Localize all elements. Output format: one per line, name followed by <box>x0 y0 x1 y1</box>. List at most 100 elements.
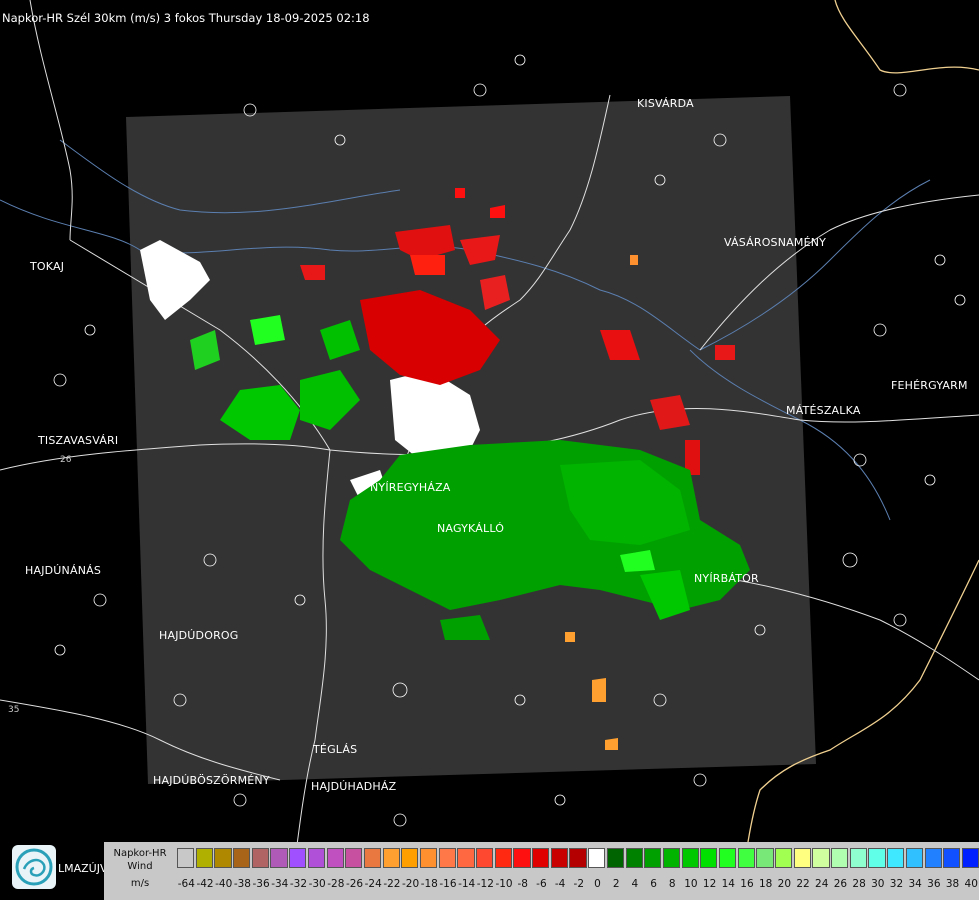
legend-tick-label: -6 <box>536 878 547 890</box>
legend-swatch <box>438 848 456 868</box>
city-label-hajdunanas: HAJDÚNÁNÁS <box>25 564 102 577</box>
legend-swatch <box>625 848 643 868</box>
legend-tick-label: 32 <box>889 878 904 890</box>
legend-swatch <box>943 848 961 868</box>
legend-tick-label: -22 <box>383 878 401 890</box>
road-label-26: 26 <box>60 455 72 465</box>
legend-source: Napkor-HR <box>113 848 167 859</box>
legend-tick-label: -38 <box>233 878 251 890</box>
city-label-nyiregyhaza: NYÍREGYHÁZA <box>370 481 451 494</box>
city-label-hajduhadhaz: HAJDÚHADHÁZ <box>311 780 397 793</box>
legend-swatch <box>195 848 213 868</box>
legend-swatch <box>326 848 344 868</box>
legend-swatch <box>270 848 288 868</box>
legend-tick-label: -8 <box>517 878 528 890</box>
legend-swatch <box>363 848 382 868</box>
legend-swatch <box>214 848 232 868</box>
legend-swatches <box>177 848 979 868</box>
legend-swatch <box>177 848 195 868</box>
legend-swatch <box>382 848 400 868</box>
legend-swatch <box>307 848 325 868</box>
legend-swatch <box>737 848 755 868</box>
city-label-hajduboszormeny: HAJDÚBÖSZÖRMÉNY <box>153 774 270 787</box>
legend-tick-label: 12 <box>702 878 717 890</box>
legend-swatch <box>345 848 363 868</box>
legend-tick-label: 26 <box>833 878 848 890</box>
legend-tick-label: 6 <box>650 878 657 890</box>
city-label-nyirbator: NYÍRBÁTOR <box>694 572 759 585</box>
map-title: Napkor-HR Szél 30km (m/s) 3 fokos Thursd… <box>2 11 370 25</box>
legend-swatch <box>569 848 587 868</box>
legend-swatch <box>700 848 718 868</box>
legend-swatch <box>961 848 979 868</box>
legend-tick-label: 34 <box>908 878 922 890</box>
legend-tick-label: -14 <box>458 878 476 890</box>
legend-tick-label: 24 <box>815 878 829 890</box>
legend-swatch <box>831 848 849 868</box>
legend-tick-label: 0 <box>594 878 601 890</box>
legend-swatch <box>513 848 531 868</box>
legend-tick-label: 14 <box>721 878 735 890</box>
legend-swatch <box>812 848 830 868</box>
legend-swatch <box>775 848 793 868</box>
legend-tick-label: -16 <box>439 878 457 890</box>
legend-tick-label: -4 <box>554 878 566 890</box>
city-label-vasarosnameny: VÁSÁROSNAMÉNY <box>724 236 827 249</box>
city-label-mateszalka: MÁTÉSZALKA <box>786 404 861 417</box>
legend-swatch <box>606 848 624 868</box>
legend-tick-label: -42 <box>196 878 214 890</box>
city-label-hajdudorog: HAJDÚDOROG <box>159 629 239 642</box>
legend-tick-label: 30 <box>871 878 885 890</box>
legend-tick-label: 28 <box>852 878 866 890</box>
legend-swatch <box>550 848 568 868</box>
legend-swatch <box>588 848 606 868</box>
legend-tick-label: 10 <box>684 878 698 890</box>
legend-swatch <box>662 848 681 868</box>
legend-tick-label: 40 <box>964 878 978 890</box>
legend-swatch <box>644 848 662 868</box>
legend-swatch <box>476 848 494 868</box>
legend-tick-label: -18 <box>420 878 438 890</box>
color-legend: Napkor-HR Wind m/s -64 -42 -40 -38 -36 -34 -32… <box>104 842 979 900</box>
legend-swatch <box>494 848 512 868</box>
legend-tick-label: -64 <box>177 878 195 890</box>
country-border <box>834 0 979 74</box>
legend-tick-label: -20 <box>402 878 420 890</box>
legend-swatch <box>289 848 307 868</box>
legend-tick-label: 16 <box>740 878 754 890</box>
city-label-tokaj: TOKAJ <box>30 260 65 273</box>
legend-swatch <box>251 848 269 868</box>
city-label-teglas: TÉGLÁS <box>313 743 358 756</box>
legend-swatch <box>905 848 923 868</box>
legend-tick-label: -26 <box>345 878 364 890</box>
legend-swatch <box>532 848 550 868</box>
legend-swatch <box>887 848 905 868</box>
legend-tick-label: -12 <box>476 878 494 890</box>
legend-swatch <box>793 848 811 868</box>
legend-swatch <box>718 848 737 868</box>
legend-tick-label: 36 <box>927 878 941 890</box>
legend-swatch <box>457 848 475 868</box>
legend-tick-label: 2 <box>612 878 620 890</box>
legend-tick-label: 38 <box>945 878 960 890</box>
radar-map: 26 35 <box>0 0 979 900</box>
legend-tick-label: 4 <box>631 878 639 890</box>
legend-tick-label: -2 <box>573 878 585 890</box>
legend-swatch <box>419 848 438 868</box>
legend-tick-label: -28 <box>327 878 345 890</box>
legend-tick-label: 8 <box>668 878 676 890</box>
legend-tick-label: -34 <box>271 878 289 890</box>
legend-variable: Wind <box>127 861 153 872</box>
city-label-kisvarda: KISVÁRDA <box>637 97 694 110</box>
legend-tick-label: -10 <box>495 878 513 890</box>
legend-swatch <box>681 848 699 868</box>
legend-tick-label: 18 <box>758 878 773 890</box>
legend-swatch <box>849 848 867 868</box>
legend-swatch <box>401 848 419 868</box>
road-label-35: 35 <box>8 705 19 715</box>
legend-tick-label: 22 <box>796 878 810 890</box>
legend-ticks: -64 -42 -40 -38 -36 -34 -32 -30 -28 -26 -24 -22 -20-… <box>177 878 979 890</box>
city-label-fehergyarmat: FEHÉRGYARM <box>891 379 968 392</box>
legend-tick-label: -36 <box>252 878 270 890</box>
legend-tick-label: 20 <box>777 878 792 890</box>
